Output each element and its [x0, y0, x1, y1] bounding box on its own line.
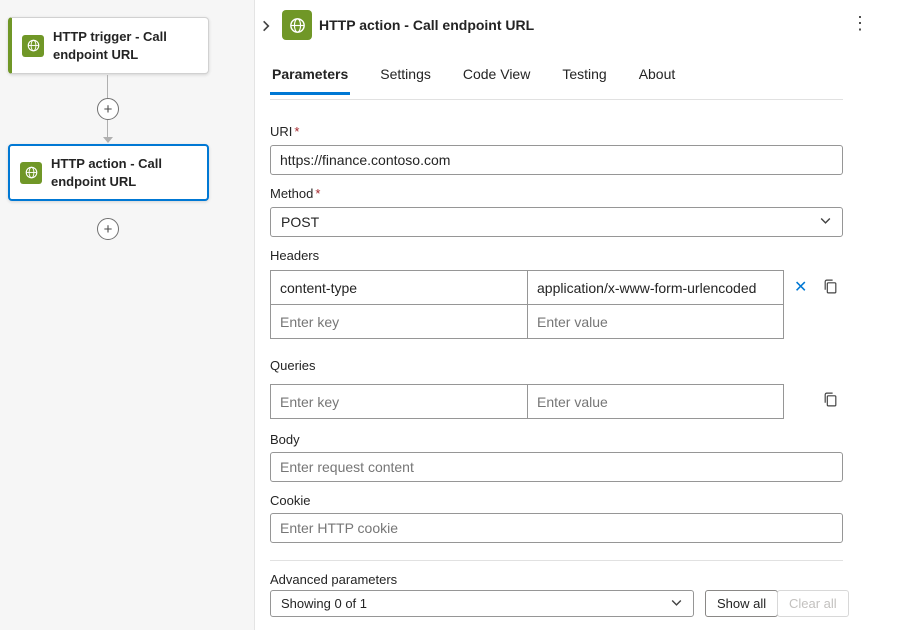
- body-input[interactable]: [270, 452, 843, 482]
- queries-value-input[interactable]: [527, 384, 784, 419]
- headers-value-input-2[interactable]: [527, 304, 784, 339]
- chevron-down-icon: [819, 214, 832, 230]
- queries-switch-input-mode-button[interactable]: [820, 389, 841, 413]
- chevron-down-icon: [670, 596, 683, 612]
- method-dropdown-value: POST: [281, 214, 319, 230]
- http-connector-icon: [282, 10, 312, 40]
- required-asterisk: *: [294, 124, 299, 139]
- more-options-button[interactable]: ⋮: [849, 12, 871, 34]
- tabs-divider: [270, 99, 843, 100]
- headers-switch-input-mode-button[interactable]: [820, 276, 841, 300]
- clear-all-button[interactable]: Clear all: [777, 590, 849, 617]
- headers-value-input-1[interactable]: [527, 270, 784, 305]
- add-action-button[interactable]: +: [97, 218, 119, 240]
- queries-label: Queries: [270, 358, 316, 373]
- headers-key-input-1[interactable]: [270, 270, 528, 305]
- connector-line: [107, 75, 108, 98]
- http-connector-icon: [22, 35, 44, 57]
- switch-input-mode-icon: [822, 283, 839, 298]
- method-dropdown[interactable]: POST: [270, 207, 843, 237]
- cookie-label: Cookie: [270, 493, 310, 508]
- body-label: Body: [270, 432, 300, 447]
- required-asterisk: *: [315, 186, 320, 201]
- advanced-divider: [270, 560, 843, 561]
- close-icon: ✕: [794, 279, 807, 296]
- panel-title: HTTP action - Call endpoint URL: [319, 17, 534, 33]
- chevron-right-icon: [259, 21, 273, 36]
- trigger-card-label: HTTP trigger - Call endpoint URL: [53, 28, 198, 63]
- method-label: Method*: [270, 186, 320, 201]
- trigger-card[interactable]: HTTP trigger - Call endpoint URL: [8, 17, 209, 74]
- advanced-parameters-dropdown[interactable]: Showing 0 of 1: [270, 590, 694, 617]
- action-card-label: HTTP action - Call endpoint URL: [51, 155, 197, 190]
- connector-arrow-icon: [103, 137, 113, 143]
- switch-input-mode-icon: [822, 396, 839, 411]
- vertical-ellipsis-icon: ⋮: [851, 13, 869, 33]
- advanced-parameters-label: Advanced parameters: [270, 572, 397, 587]
- show-all-button[interactable]: Show all: [705, 590, 778, 617]
- http-connector-icon: [20, 162, 42, 184]
- tab-about[interactable]: About: [637, 66, 678, 95]
- insert-step-button[interactable]: +: [97, 98, 119, 120]
- delete-header-row-button[interactable]: ✕: [792, 278, 809, 298]
- tab-testing[interactable]: Testing: [560, 66, 608, 95]
- queries-key-input[interactable]: [270, 384, 528, 419]
- panel-tabs: Parameters Settings Code View Testing Ab…: [270, 66, 677, 95]
- headers-key-input-2[interactable]: [270, 304, 528, 339]
- cookie-input[interactable]: [270, 513, 843, 543]
- connector-line: [107, 120, 108, 137]
- collapse-panel-button[interactable]: [257, 17, 275, 38]
- uri-label: URI*: [270, 124, 299, 139]
- workflow-canvas: HTTP trigger - Call endpoint URL + HTTP …: [0, 0, 255, 630]
- headers-label: Headers: [270, 248, 319, 263]
- advanced-parameters-dropdown-value: Showing 0 of 1: [281, 596, 367, 611]
- tab-settings[interactable]: Settings: [378, 66, 433, 95]
- action-card[interactable]: HTTP action - Call endpoint URL: [8, 144, 209, 201]
- tab-code-view[interactable]: Code View: [461, 66, 532, 95]
- action-details-panel: HTTP action - Call endpoint URL ⋮ Parame…: [255, 0, 900, 630]
- uri-input[interactable]: [270, 145, 843, 175]
- tab-parameters[interactable]: Parameters: [270, 66, 350, 95]
